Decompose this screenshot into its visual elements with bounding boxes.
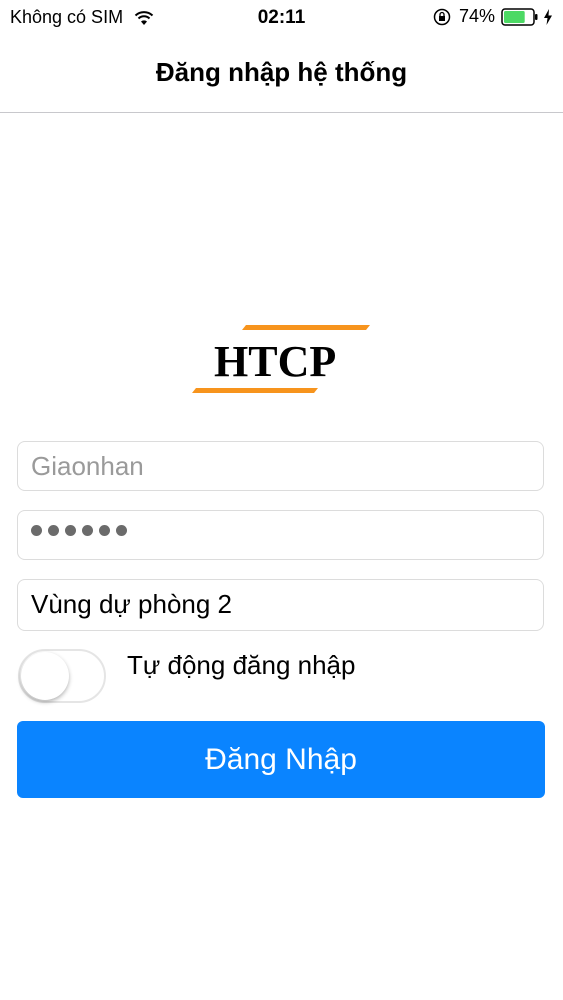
battery-icon	[501, 7, 538, 26]
password-mask	[31, 525, 127, 536]
orientation-lock-icon	[433, 8, 451, 25]
auto-login-label: Tự động đăng nhập	[127, 650, 356, 680]
toggle-knob	[21, 652, 69, 700]
username-field[interactable]	[17, 441, 544, 491]
password-dot	[82, 525, 93, 536]
region-select[interactable]: Vùng dự phòng 2	[17, 579, 544, 631]
svg-text:HTCP: HTCP	[214, 337, 336, 386]
password-dot	[65, 525, 76, 536]
auto-login-toggle[interactable]	[18, 649, 106, 703]
password-dot	[48, 525, 59, 536]
password-dot	[31, 525, 42, 536]
battery-percent: 74%	[458, 6, 495, 26]
charging-bolt-icon	[544, 8, 552, 25]
navigation-bar: Đăng nhập hệ thống	[0, 36, 563, 113]
login-button[interactable]: Đăng Nhập	[17, 721, 545, 798]
password-dot	[116, 525, 127, 536]
status-right: 74%	[433, 6, 553, 27]
status-bar: Không có SIM 02:11 74%	[0, 0, 563, 36]
page-title: Đăng nhập hệ thống	[155, 57, 408, 87]
htcp-logo: HTCP	[192, 325, 370, 393]
password-dot	[99, 525, 110, 536]
